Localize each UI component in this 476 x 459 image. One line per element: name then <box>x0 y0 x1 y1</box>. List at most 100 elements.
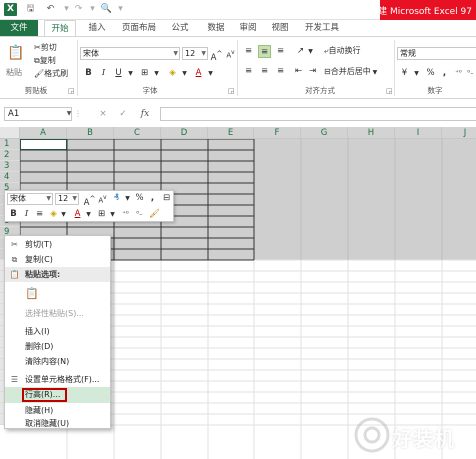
insert-function-icon[interactable]: fx <box>138 107 152 121</box>
grow-font-button[interactable]: A^ <box>210 47 223 63</box>
mini-percent-button[interactable]: % <box>133 192 146 205</box>
paste-icon[interactable]: 📋 <box>6 43 26 63</box>
chevron-down-icon[interactable]: ▼ <box>124 67 137 80</box>
mini-grow-font-button[interactable]: A^ <box>83 192 96 208</box>
redo-icon[interactable]: ↷ <box>72 3 85 16</box>
chevron-down-icon[interactable]: ▼ <box>304 45 317 58</box>
italic-button[interactable]: I <box>97 67 110 80</box>
tab-page-layout[interactable]: 页面布局 <box>115 20 163 36</box>
align-right-icon[interactable]: ≡ <box>274 65 287 78</box>
tab-home[interactable]: 开始 <box>44 20 76 36</box>
menu-item-clear-contents[interactable]: 清除内容(N) <box>5 354 110 369</box>
wrap-text-button[interactable]: ⤶自动换行 <box>324 45 360 57</box>
font-launcher-icon[interactable]: ◲ <box>228 87 235 95</box>
menu-item-paste-default[interactable]: 📋 <box>5 283 110 305</box>
menu-item-insert[interactable]: 插入(I) <box>5 324 110 339</box>
column-header-j[interactable]: J <box>442 127 476 139</box>
tab-review[interactable]: 审阅 <box>236 20 260 36</box>
merge-icon: ⊟ <box>324 67 331 76</box>
column-header-h[interactable]: H <box>348 127 395 139</box>
decrease-indent-icon[interactable]: ⇤ <box>292 65 305 78</box>
menu-item-cut[interactable]: ✂ 剪切(T) <box>5 237 110 252</box>
menu-item-copy[interactable]: ⧉ 复制(C) <box>5 252 110 267</box>
tab-file[interactable]: 文件 <box>0 20 38 36</box>
clipboard-launcher-icon[interactable]: ◲ <box>68 87 75 95</box>
align-middle-icon[interactable]: ≡ <box>258 45 271 58</box>
number-format-select[interactable]: 常规 <box>397 47 476 60</box>
mini-shrink-font-button[interactable]: Av <box>96 192 109 205</box>
bold-button[interactable]: B <box>82 67 95 80</box>
cut-button[interactable]: ✂剪切 <box>34 42 57 54</box>
active-cell[interactable] <box>20 139 67 150</box>
format-painter-button[interactable]: 🖌格式刷 <box>34 68 68 80</box>
comma-button[interactable]: , <box>438 67 451 80</box>
chevron-down-icon[interactable]: ▼ <box>204 67 217 80</box>
menu-item-row-height[interactable]: 行高(R)... <box>5 387 110 403</box>
percent-button[interactable]: % <box>424 67 437 80</box>
column-header-c[interactable]: C <box>114 127 161 139</box>
tab-view[interactable]: 视图 <box>268 20 292 36</box>
chevron-down-icon[interactable]: ▼ <box>150 67 163 80</box>
window-title: 新建 Microsoft Excel 97 <box>369 7 472 17</box>
merge-center-button[interactable]: ⊟合并后居中 ▼ <box>324 66 377 79</box>
align-left-icon[interactable]: ≡ <box>242 65 255 78</box>
chevron-down-icon[interactable]: ▼ <box>57 208 70 221</box>
column-header-g[interactable]: G <box>301 127 348 139</box>
undo-icon[interactable]: ↶ <box>44 3 57 16</box>
cancel-formula-icon[interactable]: × <box>96 107 110 121</box>
menu-item-unhide[interactable]: 取消隐藏(U) <box>5 418 110 429</box>
column-header-b[interactable]: B <box>67 127 114 139</box>
title-area: 新建 Microsoft Excel 97 <box>369 0 476 20</box>
font-name-select[interactable]: 宋体 ▼ <box>80 47 180 60</box>
tab-data[interactable]: 数据 <box>204 20 228 36</box>
enter-formula-icon[interactable]: ✓ <box>116 107 130 121</box>
menu-item-paste-special[interactable]: 选择性粘贴(S)... <box>5 306 110 321</box>
tab-developer[interactable]: 开发工具 <box>302 20 342 36</box>
mini-align-center-button[interactable]: ≡ <box>33 208 46 221</box>
mini-comma-button[interactable]: , <box>146 192 159 205</box>
column-header-e[interactable]: E <box>208 127 254 139</box>
mini-italic-button[interactable]: I <box>20 208 33 221</box>
row-header-3[interactable]: 3 <box>0 161 20 172</box>
formula-input[interactable] <box>160 107 476 121</box>
copy-button[interactable]: ⧉复制 <box>34 55 56 67</box>
align-top-icon[interactable]: ≡ <box>242 45 255 58</box>
row-header-4[interactable]: 4 <box>0 172 20 183</box>
chevron-down-icon[interactable]: ▼ <box>410 67 423 80</box>
qat-customize-icon[interactable]: ▾ <box>114 3 127 16</box>
chevron-down-icon[interactable]: ▼ <box>106 208 119 221</box>
ribbon: 📋 粘贴 ✂剪切 ⧉复制 🖌格式刷 剪贴板 ◲ 宋体 ▼ 12 ▼ A^ Av B … <box>0 36 476 99</box>
decrease-decimal-icon[interactable]: ⁰₋ <box>464 67 476 80</box>
row-header-2[interactable]: 2 <box>0 150 20 161</box>
paste-button[interactable]: 粘贴 <box>6 67 22 79</box>
mini-brush-icon[interactable]: 🖌 <box>148 208 161 221</box>
mini-increase-decimal-icon[interactable]: ⁺⁰ <box>119 208 132 221</box>
mini-decrease-decimal-icon[interactable]: ⁰₋ <box>133 208 146 221</box>
menu-item-format-cells[interactable]: ☰ 设置单元格格式(F)... <box>5 372 110 387</box>
tab-insert[interactable]: 插入 <box>84 20 110 36</box>
select-all-corner[interactable] <box>0 127 20 139</box>
increase-indent-icon[interactable]: ⇥ <box>306 65 319 78</box>
align-bottom-icon[interactable]: ≡ <box>274 45 287 58</box>
column-header-a[interactable]: A <box>20 127 67 139</box>
mini-font-size-select[interactable]: 12 ▼ <box>55 193 79 205</box>
align-center-icon[interactable]: ≡ <box>258 65 271 78</box>
font-size-select[interactable]: 12 ▼ <box>182 47 208 60</box>
mini-format-painter-icon[interactable]: ⊟ <box>160 192 173 205</box>
row-header-1[interactable]: 1 <box>0 139 20 150</box>
column-header-i[interactable]: I <box>395 127 442 139</box>
menu-item-hide[interactable]: 隐藏(H) <box>5 403 110 418</box>
menu-item-delete[interactable]: 删除(D) <box>5 339 110 354</box>
print-preview-icon[interactable]: 🔍 <box>100 3 113 16</box>
chevron-down-icon[interactable]: ▼ <box>82 208 95 221</box>
column-header-f[interactable]: F <box>254 127 301 139</box>
mini-font-name-select[interactable]: 宋体 ▼ <box>7 193 53 205</box>
tab-formulas[interactable]: 公式 <box>168 20 192 36</box>
column-header-d[interactable]: D <box>161 127 208 139</box>
shrink-font-button[interactable]: Av <box>224 47 237 60</box>
save-icon[interactable]: 🖫 <box>24 3 37 16</box>
alignment-launcher-icon[interactable]: ◲ <box>386 87 393 95</box>
chevron-down-icon[interactable]: ▼ <box>178 67 191 80</box>
mini-bold-button[interactable]: B <box>7 208 20 221</box>
redo-dropdown-icon[interactable]: ▾ <box>86 3 99 16</box>
